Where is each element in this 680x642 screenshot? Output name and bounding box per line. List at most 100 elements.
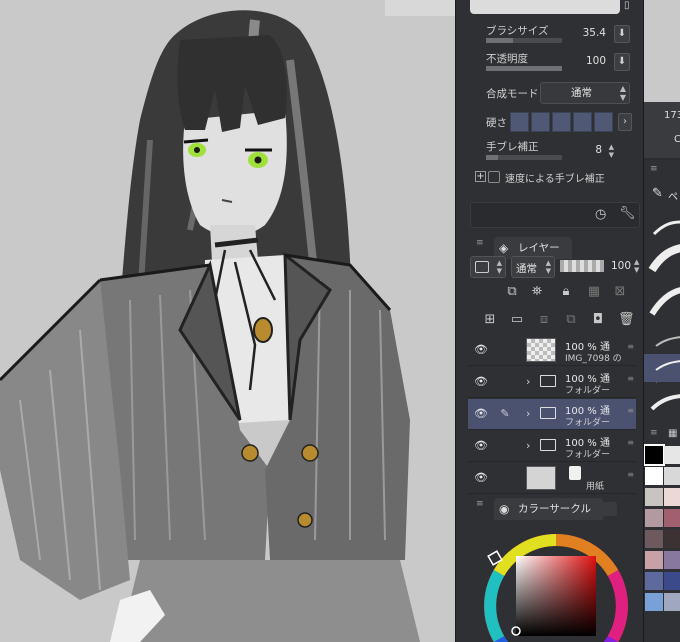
color-swatch[interactable] xyxy=(664,593,680,611)
drag-handle-icon[interactable]: ≡ xyxy=(627,439,634,447)
eye-icon[interactable]: 👁︎ xyxy=(474,440,488,452)
blend-mode-select[interactable]: 通常 ▲ ▼ xyxy=(540,82,630,104)
layer-color-select[interactable]: ▲ ▼ xyxy=(470,256,506,278)
layer-name: フォルダー xyxy=(565,386,611,396)
color-wheel[interactable] xyxy=(456,518,644,642)
pen-icon: ✎ xyxy=(652,186,663,201)
updown-arrows-icon: ▲ ▼ xyxy=(545,259,551,275)
clip-icon[interactable]: ⧉ xyxy=(504,284,520,300)
merge-icon[interactable]: ⧈ xyxy=(536,312,552,328)
color-swatch[interactable] xyxy=(664,509,680,527)
color-swatch[interactable] xyxy=(645,530,663,548)
updown-arrows-icon[interactable]: ▲ ▼ xyxy=(634,258,639,274)
stabilization-slider[interactable] xyxy=(486,155,562,160)
opacity-dropdown-button[interactable]: ⬇ xyxy=(614,53,630,71)
updown-arrows-icon[interactable]: ▲ ▼ xyxy=(609,143,614,159)
color-swatch[interactable] xyxy=(645,593,663,611)
color-swatch[interactable] xyxy=(644,444,665,466)
tool-footer-bar: ◷ 🔧︎ xyxy=(470,202,640,228)
color-swatch[interactable] xyxy=(645,467,663,485)
chevron-right-icon[interactable]: › xyxy=(618,113,632,131)
layer-row[interactable]: 👁︎ › 100 % 通 フォルダー ≡ xyxy=(468,431,636,462)
color-swatch[interactable] xyxy=(664,446,680,464)
hardness-segment[interactable] xyxy=(510,112,529,132)
eye-icon[interactable]: 👁︎ xyxy=(474,344,488,356)
drawing-canvas[interactable] xyxy=(0,0,455,642)
brush-stroke-previews[interactable] xyxy=(644,204,680,434)
navigator-label: C xyxy=(674,134,680,145)
color-swatch[interactable] xyxy=(664,467,680,485)
brush-size-slider[interactable] xyxy=(486,38,562,43)
eye-icon[interactable]: 👁︎ xyxy=(474,376,488,388)
color-swatch[interactable] xyxy=(664,530,680,548)
tab-color-circle[interactable]: ◉ カラーサークル xyxy=(494,498,603,520)
pen-icon: ✎ xyxy=(500,407,510,420)
hardness-segment[interactable] xyxy=(594,112,613,132)
new-layer-icon[interactable]: ⊞ xyxy=(482,312,498,328)
hardness-segment[interactable] xyxy=(531,112,550,132)
drag-handle-icon[interactable]: ≡ xyxy=(627,375,634,383)
chevron-right-icon[interactable]: › xyxy=(526,375,530,388)
color-swatch[interactable] xyxy=(664,572,680,590)
stabilization-label: 手ブレ補正 xyxy=(486,141,539,153)
color-swatch[interactable] xyxy=(645,509,663,527)
tab-color-circle-label: カラーサークル xyxy=(518,503,591,515)
hardness-segment[interactable] xyxy=(552,112,571,132)
layer-row-paper[interactable]: 👁︎ 用紙 ≡ xyxy=(468,463,636,494)
panel-grip-icon[interactable]: ≡ xyxy=(650,164,658,174)
opacity-value[interactable]: 100 xyxy=(586,55,606,67)
drag-handle-icon[interactable]: ≡ xyxy=(627,407,634,415)
wrench-icon[interactable]: 🔧︎ xyxy=(619,206,636,221)
layer-row[interactable]: 👁︎ 100 % 通 IMG_7098 の ≡ xyxy=(468,335,636,366)
color-swatch[interactable] xyxy=(645,551,663,569)
hardness-row: 硬さ › xyxy=(456,110,644,134)
layer-row-active[interactable]: 👁︎ ✎ › 100 % 通 フォルダー ≡ xyxy=(468,399,636,430)
brush-size-row: ブラシサイズ 35.4 ⬇ xyxy=(456,22,644,46)
hardness-segment[interactable] xyxy=(573,112,592,132)
blend-mode-label: 合成モード xyxy=(486,88,539,100)
opacity-slider[interactable] xyxy=(486,66,562,71)
layer-opacity-slider[interactable] xyxy=(560,260,604,272)
chevron-right-icon[interactable]: › xyxy=(526,439,530,452)
stabilization-value[interactable]: 8 xyxy=(595,144,602,156)
color-swatch[interactable] xyxy=(664,551,680,569)
reference-icon[interactable]: ⛯ xyxy=(529,284,545,300)
navigator-panel: 173 C xyxy=(644,102,680,158)
layer-name: フォルダー xyxy=(565,450,611,460)
artwork-illustration xyxy=(0,0,455,642)
layer-opacity-value[interactable]: 100 xyxy=(611,260,631,272)
layer-row[interactable]: 👁︎ › 100 % 通 フォルダー ≡ xyxy=(468,367,636,398)
panel-grip-icon[interactable]: ≡ xyxy=(476,239,484,248)
expand-plus-icon[interactable]: + xyxy=(475,171,486,182)
layer-mask-icon[interactable]: ◘ xyxy=(590,312,606,328)
copy-layer-icon[interactable]: ⧉ xyxy=(563,312,579,328)
trash-icon[interactable]: 🗑︎ xyxy=(618,312,635,328)
panel-grip-icon[interactable]: ≡ xyxy=(476,500,484,509)
lock-icon[interactable]: ▯ xyxy=(624,0,636,12)
grid-icon[interactable]: ▦ xyxy=(668,428,677,439)
color-swatch[interactable] xyxy=(645,572,663,590)
color-swatch[interactable] xyxy=(645,488,663,506)
drag-handle-icon[interactable]: ≡ xyxy=(627,471,634,479)
panel-tab-icon[interactable] xyxy=(601,502,617,516)
eye-icon[interactable]: 👁︎ xyxy=(474,408,488,420)
speed-stabilization-checkbox[interactable] xyxy=(488,171,500,183)
brush-size-value[interactable]: 35.4 xyxy=(583,27,606,39)
new-folder-icon[interactable]: ▭ xyxy=(509,312,525,328)
mask-icon[interactable]: ⊠ xyxy=(612,284,628,300)
layer-thumbnail xyxy=(526,338,556,362)
panel-grip-icon[interactable]: ≡ xyxy=(650,428,658,438)
lock-icon[interactable]: 🔒︎ xyxy=(558,284,574,300)
eye-icon[interactable]: 👁︎ xyxy=(474,472,488,484)
layer-panel: ≡ ◈ レイヤー ▲ ▼ 通常 ▲ ▼ 100 ▲ ▼ ⧉ ⛯ 🔒︎ ▦ ⊠ ⊞ ▭ … xyxy=(455,232,643,494)
lock-transparent-icon[interactable]: ▦ xyxy=(586,284,602,300)
brush-size-label: ブラシサイズ xyxy=(486,25,549,37)
stopwatch-icon[interactable]: ◷ xyxy=(595,207,606,222)
brush-panel: ≡ ✎ ペ xyxy=(644,160,680,422)
layer-blend-mode-select[interactable]: 通常 ▲ ▼ xyxy=(511,256,555,278)
layer-blend-mode-value: 通常 xyxy=(516,263,537,275)
chevron-right-icon[interactable]: › xyxy=(526,407,530,420)
drag-handle-icon[interactable]: ≡ xyxy=(627,343,634,351)
brush-size-dropdown-button[interactable]: ⬇ xyxy=(614,25,630,43)
color-swatch[interactable] xyxy=(664,488,680,506)
